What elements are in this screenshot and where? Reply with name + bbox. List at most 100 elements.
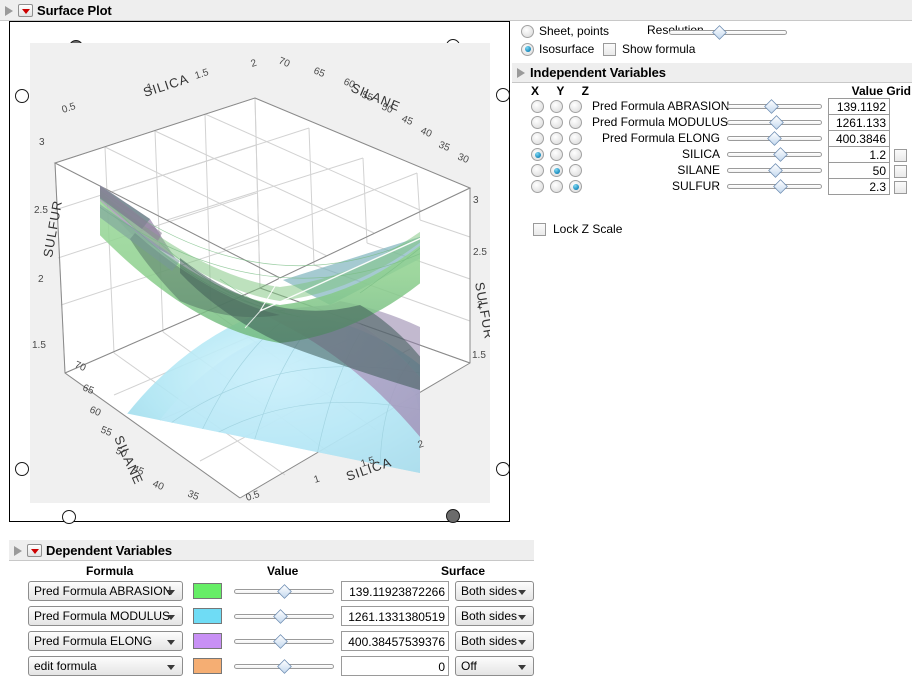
chevron-down-icon: [518, 590, 526, 595]
radio-x-pred-formula-modulus[interactable]: [531, 116, 544, 129]
surface-mode-label: Off: [461, 659, 477, 673]
sheet-points-radio-row[interactable]: Sheet, points: [521, 24, 609, 38]
slider-thumb[interactable]: [765, 99, 777, 113]
formula-dropdown[interactable]: Pred Formula ABRASION: [28, 581, 183, 601]
radio-y-silane[interactable]: [550, 164, 563, 177]
surface-mode-dropdown[interactable]: Both sides: [455, 581, 534, 601]
red-triangle-menu-dependent-variables[interactable]: [27, 543, 42, 557]
radio-y-silica[interactable]: [550, 148, 563, 161]
grid-checkbox[interactable]: [894, 149, 907, 162]
dependent-variable-slider[interactable]: [234, 584, 334, 598]
surface-mode-dropdown[interactable]: Both sides: [455, 631, 534, 651]
resolution-slider[interactable]: [669, 25, 787, 39]
radio-z-pred-formula-abrasion[interactable]: [569, 100, 582, 113]
formula-dropdown-label: Pred Formula MODULUS: [34, 609, 171, 623]
plot-rotate-handle-bottom[interactable]: [446, 509, 460, 523]
independent-variable-value[interactable]: 139.1192: [828, 98, 890, 115]
slider-thumb[interactable]: [770, 115, 782, 129]
radio-x-silane[interactable]: [531, 164, 544, 177]
surface-color-swatch[interactable]: [193, 633, 222, 649]
radio-y-pred-formula-elong[interactable]: [550, 132, 563, 145]
slider-thumb[interactable]: [278, 659, 290, 673]
chevron-down-icon: [167, 640, 175, 645]
formula-dropdown[interactable]: Pred Formula MODULUS: [28, 606, 183, 626]
radio-z-silane[interactable]: [569, 164, 582, 177]
surface-color-swatch[interactable]: [193, 658, 222, 674]
plot-rotate-handle-bottom-left[interactable]: [62, 510, 76, 524]
formula-dropdown[interactable]: Pred Formula ELONG: [28, 631, 183, 651]
independent-variable-slider[interactable]: [727, 179, 822, 193]
dependent-variable-slider[interactable]: [234, 634, 334, 648]
slider-thumb[interactable]: [774, 147, 786, 161]
independent-variable-value[interactable]: 1.2: [828, 146, 890, 163]
disclosure-triangle-dependent-variables[interactable]: [13, 545, 24, 556]
slider-thumb[interactable]: [274, 634, 286, 648]
independent-variable-slider[interactable]: [727, 99, 822, 113]
formula-dropdown[interactable]: edit formula: [28, 656, 183, 676]
slider-thumb[interactable]: [274, 609, 286, 623]
isosurface-radio-row[interactable]: Isosurface: [521, 42, 594, 56]
formula-dropdown-label: Pred Formula ELONG: [34, 634, 153, 648]
plot-rotate-handle-right-upper[interactable]: [496, 88, 510, 102]
surface-mode-dropdown[interactable]: Both sides: [455, 606, 534, 626]
radio-x-pred-formula-abrasion[interactable]: [531, 100, 544, 113]
surface-mode-dropdown[interactable]: Off: [455, 656, 534, 676]
radio-x-sulfur[interactable]: [531, 180, 544, 193]
radio-y-pred-formula-abrasion[interactable]: [550, 100, 563, 113]
value-column-header: Value: [267, 564, 299, 578]
plot-rotate-handle-left-lower[interactable]: [15, 462, 29, 476]
independent-variable-value[interactable]: 50: [828, 162, 890, 179]
surface-color-swatch[interactable]: [193, 583, 222, 599]
independent-variable-value[interactable]: 2.3: [828, 178, 890, 195]
sheet-points-radio[interactable]: [521, 24, 534, 38]
radio-z-pred-formula-elong[interactable]: [569, 132, 582, 145]
radio-z-silica[interactable]: [569, 148, 582, 161]
surface-plot-canvas[interactable]: 0.5 1 1.5 2 70 65 60 55 50 45 40 35 30 3…: [30, 43, 490, 503]
independent-variable-slider[interactable]: [727, 131, 822, 145]
radio-x-silica[interactable]: [531, 148, 544, 161]
dependent-variable-value[interactable]: 139.11923872266: [341, 581, 449, 601]
dependent-variable-value[interactable]: 0: [341, 656, 449, 676]
dependent-variable-value[interactable]: 400.38457539376: [341, 631, 449, 651]
surface-plot-frame[interactable]: 0.5 1 1.5 2 70 65 60 55 50 45 40 35 30 3…: [9, 21, 510, 524]
independent-variable-slider[interactable]: [727, 115, 822, 129]
slider-thumb[interactable]: [774, 179, 786, 193]
lock-z-scale-row[interactable]: Lock Z Scale: [533, 222, 622, 236]
dependent-variable-slider[interactable]: [234, 609, 334, 623]
slider-thumb[interactable]: [768, 131, 780, 145]
slider-thumb[interactable]: [278, 584, 290, 598]
value-grid-header: Value Grid: [851, 84, 911, 98]
slider-thumb[interactable]: [769, 163, 781, 177]
plot-rotate-handle-right-lower[interactable]: [496, 462, 510, 476]
svg-text:2.5: 2.5: [473, 247, 487, 258]
axis-title-sulfur-right: SULFUR: [472, 281, 490, 341]
lock-z-scale-checkbox[interactable]: [533, 222, 546, 236]
radio-x-pred-formula-elong[interactable]: [531, 132, 544, 145]
dependent-variable-slider[interactable]: [234, 659, 334, 673]
radio-y-pred-formula-modulus[interactable]: [550, 116, 563, 129]
surface-color-swatch[interactable]: [193, 608, 222, 624]
red-triangle-menu-surface-plot[interactable]: [18, 3, 33, 17]
chevron-down-icon: [167, 590, 175, 595]
independent-variable-slider[interactable]: [727, 163, 822, 177]
plot-rotate-handle-left-upper[interactable]: [15, 89, 29, 103]
radio-z-sulfur[interactable]: [569, 180, 582, 193]
independent-variable-value[interactable]: 400.3846: [828, 130, 890, 147]
grid-checkbox[interactable]: [894, 165, 907, 178]
dependent-variable-value[interactable]: 1261.1331380519: [341, 606, 449, 626]
independent-variable-slider[interactable]: [727, 147, 822, 161]
radio-z-pred-formula-modulus[interactable]: [569, 116, 582, 129]
independent-variable-value[interactable]: 1261.133: [828, 114, 890, 131]
chevron-down-icon: [518, 665, 526, 670]
svg-text:70: 70: [277, 56, 292, 71]
surface-plot-svg: 0.5 1 1.5 2 70 65 60 55 50 45 40 35 30 3…: [32, 56, 490, 503]
show-formula-checkbox[interactable]: [603, 42, 616, 56]
grid-checkbox[interactable]: [894, 181, 907, 194]
show-formula-row[interactable]: Show formula: [603, 42, 695, 56]
resolution-slider-thumb[interactable]: [713, 25, 725, 39]
axis-title-silane-bottom: SILANE: [111, 433, 146, 487]
radio-y-sulfur[interactable]: [550, 180, 563, 193]
disclosure-triangle-independent-variables[interactable]: [516, 67, 527, 78]
disclosure-triangle-surface-plot[interactable]: [4, 5, 15, 16]
isosurface-radio[interactable]: [521, 42, 534, 56]
